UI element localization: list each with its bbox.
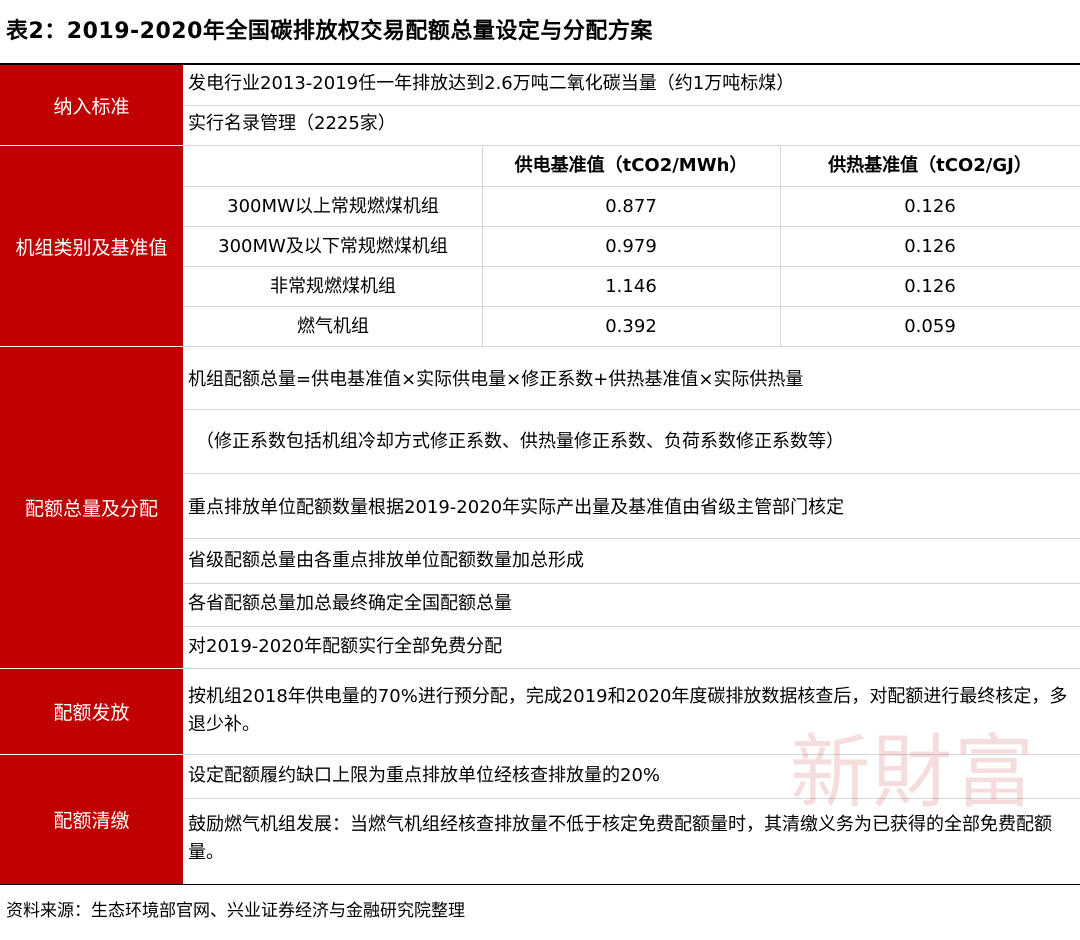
units-header-empty bbox=[184, 146, 482, 186]
table-row: 300MW及以下常规燃煤机组 0.979 0.126 bbox=[184, 227, 1080, 267]
inclusion-line: 发电行业2013-2019任一年排放达到2.6万吨二氧化碳当量（约1万吨标煤） bbox=[188, 73, 795, 94]
unit-type: 非常规燃煤机组 bbox=[270, 276, 396, 297]
allocation-line: 省级配额总量由各重点排放单位配额数量加总形成 bbox=[188, 550, 584, 571]
allocation-line: 机组配额总量=供电基准值×实际供电量×修正系数+供热基准值×实际供热量 bbox=[188, 369, 804, 390]
column-divider bbox=[482, 146, 483, 346]
power-benchmark: 1.146 bbox=[605, 276, 657, 297]
category-issuance: 配额发放 bbox=[0, 669, 183, 754]
source-note: 资料来源：生态环境部官网、兴业证券经济与金融研究院整理 bbox=[6, 901, 465, 921]
unit-type: 燃气机组 bbox=[297, 316, 369, 337]
allocation-line: 对2019-2020年配额实行全部免费分配 bbox=[188, 636, 503, 657]
allocation-line: 各省配额总量加总最终确定全国配额总量 bbox=[188, 593, 512, 614]
table-row: 燃气机组 0.392 0.059 bbox=[184, 307, 1080, 347]
heat-benchmark: 0.059 bbox=[904, 316, 956, 337]
table-row: 非常规燃煤机组 1.146 0.126 bbox=[184, 267, 1080, 307]
power-benchmark: 0.979 bbox=[605, 236, 657, 257]
category-settlement: 配额清缴 bbox=[0, 755, 183, 884]
power-benchmark: 0.392 bbox=[605, 316, 657, 337]
units-header-heat: 供热基准值（tCO2/GJ） bbox=[828, 155, 1032, 176]
category-units: 机组类别及基准值 bbox=[0, 146, 183, 346]
power-benchmark: 0.877 bbox=[605, 196, 657, 217]
column-divider bbox=[780, 146, 781, 346]
bottom-rule bbox=[0, 884, 1080, 885]
row-divider bbox=[184, 473, 1080, 474]
row-divider bbox=[184, 409, 1080, 410]
table-row: 300MW以上常规燃煤机组 0.877 0.126 bbox=[184, 187, 1080, 227]
row-divider bbox=[184, 346, 1080, 347]
category-allocation: 配额总量及分配 bbox=[0, 347, 183, 668]
row-divider bbox=[184, 626, 1080, 627]
heat-benchmark: 0.126 bbox=[904, 196, 956, 217]
category-inclusion: 纳入标准 bbox=[0, 65, 183, 145]
row-divider bbox=[184, 583, 1080, 584]
unit-type: 300MW及以下常规燃煤机组 bbox=[218, 236, 448, 257]
units-header-power: 供电基准值（tCO2/MWh） bbox=[514, 155, 748, 176]
table-title: 表2：2019-2020年全国碳排放权交易配额总量设定与分配方案 bbox=[6, 19, 653, 44]
unit-type: 300MW以上常规燃煤机组 bbox=[227, 196, 439, 217]
heat-benchmark: 0.126 bbox=[904, 236, 956, 257]
allocation-line: 重点排放单位配额数量根据2019-2020年实际产出量及基准值由省级主管部门核定 bbox=[188, 497, 845, 518]
watermark-logo: 新財富 bbox=[790, 726, 1036, 819]
row-divider bbox=[184, 538, 1080, 539]
allocation-line: （修正系数包括机组冷却方式修正系数、供热量修正系数、负荷系数修正系数等） bbox=[196, 431, 844, 452]
heat-benchmark: 0.126 bbox=[904, 276, 956, 297]
units-header-row: 供电基准值（tCO2/MWh） 供热基准值（tCO2/GJ） bbox=[184, 146, 1080, 186]
inclusion-line: 实行名录管理（2225家） bbox=[188, 113, 396, 134]
